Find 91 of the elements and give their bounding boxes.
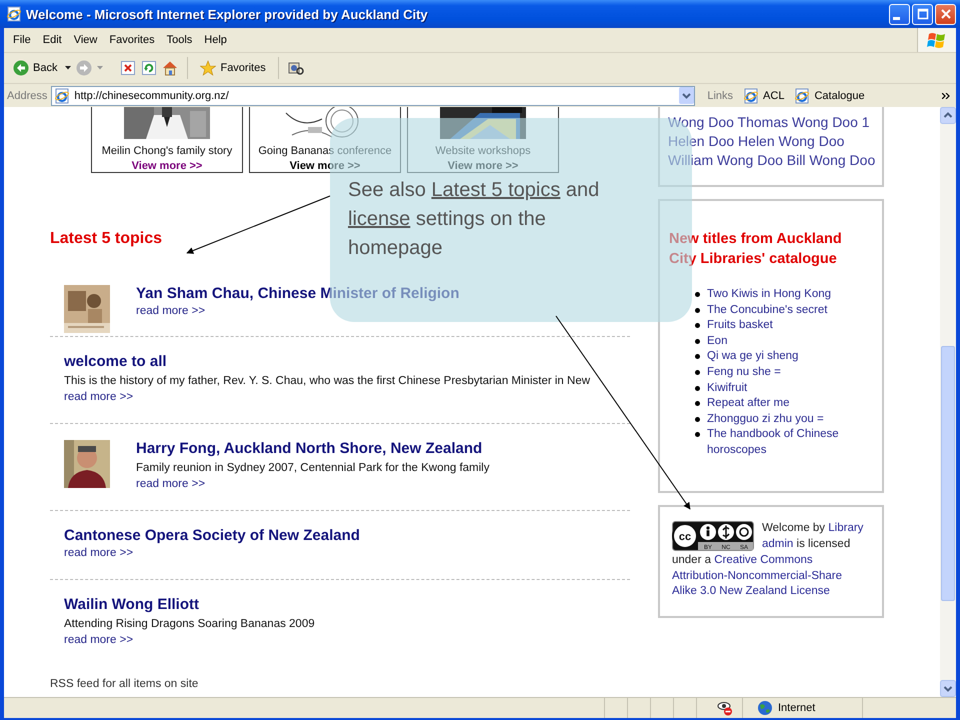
- privacy-icon[interactable]: [717, 700, 733, 716]
- menu-item[interactable]: Help: [198, 32, 233, 48]
- close-icon: [940, 8, 952, 20]
- bullet-icon: [695, 432, 700, 438]
- book-title-link[interactable]: Kiwifruit: [707, 380, 748, 396]
- read-more-link[interactable]: read more >>: [64, 545, 134, 561]
- topic-title-link[interactable]: Cantonese Opera Society of New Zealand: [64, 527, 360, 545]
- window-title: Welcome - Microsoft Internet Explorer provided by Auckland City: [26, 6, 429, 22]
- bullet-icon: [695, 308, 700, 313]
- card-caption: Meilin Chong's family story: [102, 145, 232, 157]
- card-caption: Going Bananas conference: [258, 145, 392, 157]
- topic-title-link[interactable]: welcome to all: [64, 353, 167, 371]
- bullet-icon: [695, 338, 700, 344]
- bullet-icon: [695, 370, 700, 375]
- book-title-link[interactable]: The Concubine's secret: [707, 302, 828, 318]
- read-more-link[interactable]: read more >>: [64, 389, 134, 405]
- stop-icon[interactable]: [120, 60, 136, 76]
- read-more-link[interactable]: read more >>: [136, 476, 206, 492]
- bullet-icon: [695, 354, 700, 360]
- card-caption: Website workshops: [435, 145, 531, 157]
- media-icon[interactable]: [288, 60, 304, 76]
- topic-title-link[interactable]: Yan Sham Chau, Chinese Minister of Religion: [136, 285, 460, 303]
- menu-item[interactable]: Edit: [36, 32, 68, 48]
- rss-feed-text: RSS feed for all items on site: [50, 678, 198, 690]
- license-text: under a Creative Commons Attribution-Noncommercial-Share Alike 3.0 New Zealand License: [672, 553, 844, 600]
- back-button[interactable]: Back: [10, 58, 60, 78]
- topic-title-link[interactable]: Wailin Wong Elliott: [64, 596, 199, 614]
- license-link[interactable]: Alike 3.0 New Zealand License: [672, 585, 830, 598]
- menu-item[interactable]: File: [7, 32, 37, 48]
- links-bar-item[interactable]: ACL: [743, 88, 784, 104]
- close-button[interactable]: [935, 4, 956, 24]
- view-more-link[interactable]: View more >>: [132, 160, 202, 172]
- bullet-icon: [695, 323, 700, 328]
- zone-label: Internet: [778, 702, 816, 714]
- browser-page-icon: [794, 88, 810, 104]
- scroll-up-button[interactable]: [940, 107, 956, 124]
- address-field[interactable]: http://chinesecommunity.org.nz/: [51, 86, 696, 106]
- refresh-icon[interactable]: [141, 60, 158, 76]
- topic-summary: Attending Rising Dragons Soaring Bananas 2009: [64, 617, 315, 632]
- menu-item[interactable]: Tools: [160, 32, 198, 48]
- featured-card[interactable]: Going Bananas conference View more >>: [249, 107, 401, 173]
- license-text: Welcome by Library admin is licensed: [762, 521, 864, 552]
- bullet-icon: [695, 401, 700, 406]
- book-title-link[interactable]: Eon: [707, 334, 728, 350]
- topic-summary: This is the history of my father, Rev. Y. S. Chau, who was the first Chinese Presbytarian Minister in New: [64, 374, 590, 389]
- maximize-button[interactable]: [912, 4, 933, 24]
- address-label: Address: [7, 90, 48, 102]
- flag-icon: [927, 31, 947, 49]
- browser-page-icon: [54, 88, 70, 104]
- topic-title-link[interactable]: Harry Fong, Auckland North Shore, New Zealand: [136, 440, 482, 458]
- book-title-link[interactable]: Zhongguo zi zhu you =: [707, 412, 824, 428]
- chevron-icon[interactable]: [942, 92, 950, 98]
- minimize-icon: [893, 16, 900, 20]
- bullet-icon: [695, 292, 700, 297]
- names-line[interactable]: William Wong Doo Bill Wong Doo: [668, 151, 876, 170]
- license-link[interactable]: admin: [762, 538, 794, 550]
- bullet-icon: [695, 386, 700, 391]
- license-link[interactable]: Library: [828, 522, 864, 534]
- maximize-icon: [916, 8, 928, 20]
- read-more-link[interactable]: read more >>: [64, 632, 134, 648]
- globe-icon: [757, 700, 773, 716]
- license-link[interactable]: Creative Commons: [714, 554, 813, 566]
- caret-icon[interactable]: [65, 66, 72, 70]
- favorites-button[interactable]: Favorites: [197, 58, 269, 78]
- read-more-link[interactable]: read more >>: [136, 303, 206, 319]
- links-bar-item[interactable]: Catalogue: [794, 88, 865, 104]
- dropdown-icon[interactable]: [679, 87, 694, 104]
- topic-summary: Family reunion in Sydney 2007, Centennial Park for the Kwong family: [136, 461, 490, 476]
- book-title-link[interactable]: The handbook of Chinese horoscopes: [707, 427, 873, 459]
- names-line[interactable]: Helen Doo Helen Wong Doo: [668, 132, 844, 151]
- menu-item[interactable]: Favorites: [103, 32, 161, 48]
- book-title-link[interactable]: Feng nu she =: [707, 364, 781, 381]
- scroll-down-button[interactable]: [940, 680, 956, 697]
- callout-text: See also Latest 5 topics and license settings on the homepage: [348, 178, 600, 261]
- names-line[interactable]: Wong Doo Thomas Wong Doo 1: [668, 113, 870, 132]
- book-title-link[interactable]: Qi wa ge yi sheng: [707, 349, 798, 365]
- license-link[interactable]: Attribution-Noncommercial-Share: [672, 570, 842, 582]
- scrollbar-thumb[interactable]: [941, 346, 955, 601]
- star-icon: [200, 60, 216, 76]
- bullet-icon: [695, 416, 700, 422]
- browser-page-icon: [6, 6, 22, 22]
- book-title-link[interactable]: Repeat after me: [707, 396, 790, 412]
- browser-page-icon: [743, 88, 760, 104]
- minimize-button[interactable]: [889, 4, 910, 24]
- featured-card[interactable]: Meilin Chong's family story View more >>: [91, 107, 243, 173]
- home-icon[interactable]: [162, 60, 178, 76]
- book-title-link[interactable]: Fruits basket: [707, 318, 773, 334]
- panel-heading: New titles from Auckland City Libraries' catalogue: [669, 230, 843, 269]
- book-title-link[interactable]: Two Kiwis in Hong Kong: [707, 287, 832, 303]
- links-label: Links: [707, 90, 734, 102]
- menu-item[interactable]: View: [68, 32, 104, 48]
